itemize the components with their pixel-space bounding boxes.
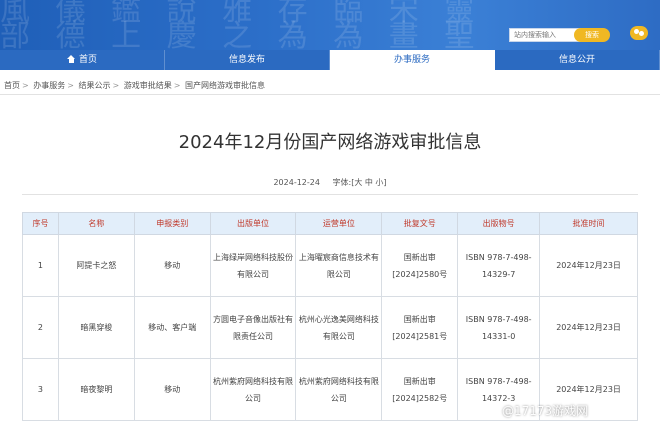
table-cell: 国新出审[2024]2580号 [381,234,459,297]
table-cell: 国新出审[2024]2582号 [381,358,459,421]
col-header: 运营单位 [295,212,383,235]
table-row: 2 暗黑穿梭 移动、客户端 方圆电子音像出版社有限责任公司 杭州心光逸美网络科技… [22,296,638,359]
col-header: 出版物号 [457,212,541,235]
col-header: 申报类别 [133,212,211,235]
breadcrumb-results[interactable]: 结果公示 [79,81,111,90]
table-cell: 1 [22,234,59,297]
table-cell: ISBN 978-7-498-14331-0 [457,296,541,359]
table-cell: ISBN 978-7-498-14329-7 [457,234,541,297]
breadcrumb: 首页 > 办事服务 > 结果公示 > 游戏审批结果 > 国产网络游戏审批信息 [0,77,660,95]
table-cell: 暗黑穿梭 [57,296,135,359]
nav-item-info-release[interactable]: 信息发布 [165,50,330,70]
table-header-row: 序号 名称 申报类别 出版单位 运营单位 批复文号 出版物号 批准时间 [22,212,638,235]
search-button[interactable]: 搜索 [574,28,610,42]
calligraphy-background: 風 儀 鑑 說 雅 存 臨 宋 靈部 德 上 慶 之 為 為 畫 聖 [0,0,483,50]
main-nav: 首页 信息发布 办事服务 信息公开 [0,50,660,70]
table-cell: 2 [22,296,59,359]
table-cell: 移动 [133,358,211,421]
watermark: @17173游戏网 [502,404,589,418]
nav-item-services[interactable]: 办事服务 [330,50,495,70]
divider [22,194,638,195]
table-cell: 2024年12月23日 [539,234,638,297]
table-row: 1 阿提卡之怒 移动 上海绿岸网络科技股份有限公司 上海曜宸商信息技术有限公司 … [22,234,638,297]
breadcrumb-services[interactable]: 办事服务 [33,81,65,90]
publish-date: 2024-12-24 [273,178,320,187]
table-cell: 3 [22,358,59,421]
table-cell: 杭州紫府网络科技有限公司 [295,358,383,421]
nav-item-home[interactable]: 首页 [0,50,165,70]
col-header: 批复文号 [381,212,459,235]
article-meta: 2024-12-24 字体:[大 中 小] [0,177,660,188]
col-header: 出版单位 [209,212,297,235]
table-cell: 上海曜宸商信息技术有限公司 [295,234,383,297]
page-title: 2024年12月份国产网络游戏审批信息 [178,132,482,153]
table-cell: 杭州心光逸美网络科技有限公司 [295,296,383,359]
nav-item-info-disclosure[interactable]: 信息公开 [495,50,660,70]
header-banner: 風 儀 鑑 說 雅 存 臨 宋 靈部 德 上 慶 之 為 為 畫 聖 站内搜索输… [0,0,660,50]
breadcrumb-home[interactable]: 首页 [4,81,20,90]
breadcrumb-current: 国产网络游戏审批信息 [185,81,265,90]
table-cell: 2024年12月23日 [539,296,638,359]
table-cell: 阿提卡之怒 [57,234,135,297]
table-cell: 方圆电子音像出版社有限责任公司 [209,296,297,359]
user-icon[interactable] [630,26,648,40]
table-cell: 移动 [133,234,211,297]
table-cell: 上海绿岸网络科技股份有限公司 [209,234,297,297]
col-header: 序号 [22,212,59,235]
font-size-control[interactable]: 字体:[大 中 小] [333,178,387,187]
table-cell: 移动、客户端 [133,296,211,359]
breadcrumb-game-approval[interactable]: 游戏审批结果 [124,81,172,90]
col-header: 名称 [57,212,135,235]
table-cell: 暗夜黎明 [57,358,135,421]
table-cell: 杭州紫府网络科技有限公司 [209,358,297,421]
col-header: 批准时间 [539,212,638,235]
table-cell: 国新出审[2024]2581号 [381,296,459,359]
approval-table: 序号 名称 申报类别 出版单位 运营单位 批复文号 出版物号 批准时间 1 阿提… [22,212,638,421]
home-icon [66,55,76,63]
